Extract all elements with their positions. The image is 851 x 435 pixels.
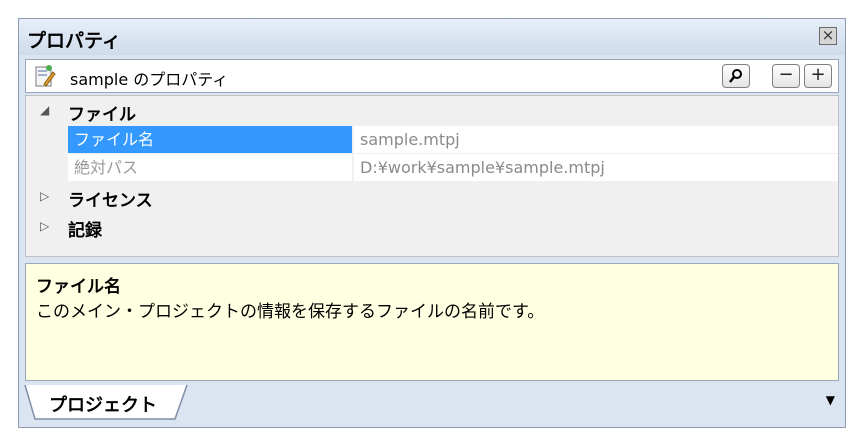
description-title: ファイル名 — [36, 277, 121, 297]
tab-dropdown-icon[interactable]: ▼ — [826, 393, 835, 407]
category-label: ファイル — [68, 105, 136, 125]
tab-label: プロジェクト — [49, 395, 157, 416]
close-icon[interactable]: × — [819, 27, 837, 45]
expand-all-button[interactable]: + — [804, 64, 832, 88]
property-row-filename[interactable]: ファイル名 sample.mtpj — [68, 126, 838, 153]
property-value[interactable]: D:¥work¥sample¥sample.mtpj — [354, 154, 838, 181]
property-value[interactable]: sample.mtpj — [354, 126, 838, 153]
toolbar-title: sample のプロパティ — [70, 70, 229, 89]
category-label: 記録 — [68, 221, 102, 241]
property-row-abspath[interactable]: 絶対パス D:¥work¥sample¥sample.mtpj — [68, 154, 838, 181]
category-license[interactable]: ▷ ライセンス — [26, 185, 838, 211]
toolbar: sample のプロパティ − + — [25, 59, 839, 93]
description-pane: ファイル名 このメイン・プロジェクトの情報を保存するファイルの名前です。 — [25, 263, 839, 381]
project-file-icon — [35, 65, 56, 87]
collapse-all-button[interactable]: − — [772, 64, 800, 88]
category-file[interactable]: ◢ ファイル — [26, 99, 838, 125]
property-name: ファイル名 — [68, 126, 352, 153]
category-record[interactable]: ▷ 記録 — [26, 215, 838, 241]
property-grid: ◢ ファイル ファイル名 sample.mtpj 絶対パス D:¥work¥sa… — [25, 95, 839, 257]
magnifier-icon — [729, 69, 742, 83]
category-label: ライセンス — [68, 191, 153, 211]
property-name: 絶対パス — [68, 154, 352, 181]
panel-title: プロパティ — [27, 30, 121, 52]
tab-project[interactable]: プロジェクト — [23, 385, 189, 423]
collapsed-arrow-icon[interactable]: ▷ — [40, 189, 49, 203]
tab-bar: プロジェクト ▼ — [19, 385, 845, 427]
search-button[interactable] — [722, 64, 750, 88]
properties-panel: プロパティ × sample のプロパティ − + ◢ ファイル ファイル名 s… — [18, 18, 846, 428]
panel-titlebar: プロパティ × — [19, 19, 845, 55]
collapsed-arrow-icon[interactable]: ▷ — [40, 219, 49, 233]
expanded-arrow-icon[interactable]: ◢ — [40, 103, 49, 117]
description-text: このメイン・プロジェクトの情報を保存するファイルの名前です。 — [36, 302, 545, 322]
